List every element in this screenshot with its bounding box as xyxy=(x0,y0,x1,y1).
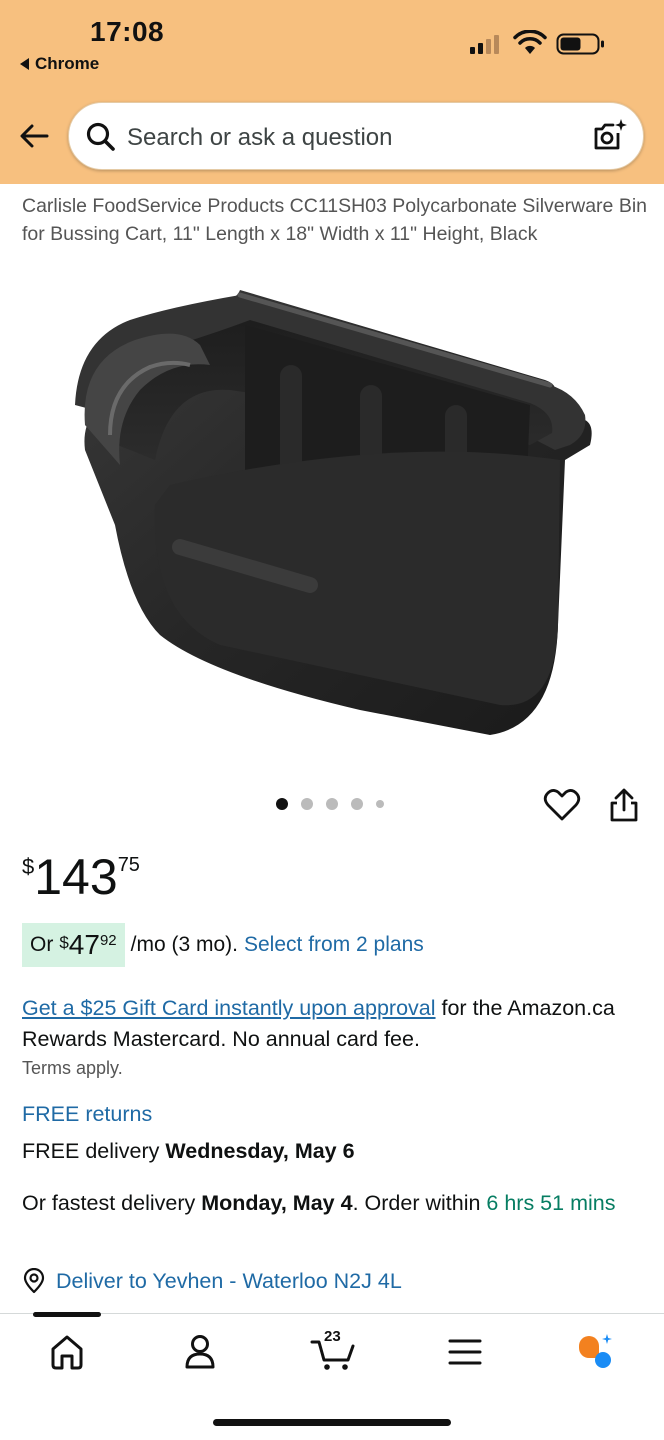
status-time: 17:08 xyxy=(90,16,165,47)
deliver-to-label[interactable]: Deliver to Yevhen - Waterloo N2J 4L xyxy=(56,1269,402,1294)
carousel-dot[interactable] xyxy=(276,798,288,810)
image-carousel-dots[interactable] xyxy=(276,798,384,810)
wifi-icon xyxy=(513,30,547,54)
back-triangle-icon xyxy=(20,58,29,70)
deliver-to-row[interactable]: Deliver to Yevhen - Waterloo N2J 4L xyxy=(22,1268,402,1294)
search-bar[interactable]: Search or ask a question xyxy=(68,102,644,170)
carousel-dot[interactable] xyxy=(376,800,384,808)
location-pin-icon xyxy=(23,1268,45,1294)
back-app-label: Chrome xyxy=(35,54,100,73)
search-input[interactable]: Search or ask a question xyxy=(127,124,393,152)
cellular-signal-icon xyxy=(470,32,499,54)
fastest-prefix: Or fastest delivery xyxy=(22,1191,202,1215)
bottom-nav: 23 xyxy=(0,1312,664,1440)
select-plans-link[interactable]: Select from 2 plans xyxy=(244,933,424,957)
account-icon[interactable] xyxy=(180,1332,220,1372)
cart-button[interactable]: 23 xyxy=(310,1328,356,1372)
price-fraction: 75 xyxy=(117,854,140,876)
carousel-dot[interactable] xyxy=(326,798,338,810)
price-currency: $ xyxy=(22,854,35,879)
free-delivery: FREE delivery Wednesday, May 6 xyxy=(22,1139,355,1164)
carousel-dot[interactable] xyxy=(301,798,313,810)
free-delivery-date: Wednesday, May 6 xyxy=(165,1139,355,1163)
fastest-date: Monday, May 4 xyxy=(201,1191,353,1215)
battery-icon xyxy=(556,33,604,55)
home-indicator xyxy=(213,1419,451,1426)
order-within-time: 6 hrs 51 mins xyxy=(486,1191,616,1215)
monthly-suffix: /mo (3 mo). xyxy=(130,933,238,956)
product-image[interactable] xyxy=(60,285,605,750)
monthly-fraction: 92 xyxy=(99,932,117,949)
product-title[interactable]: Carlisle FoodService Products CC11SH03 P… xyxy=(22,192,647,248)
share-icon[interactable] xyxy=(605,786,643,824)
gift-card-link[interactable]: Get a $25 Gift Card instantly upon appro… xyxy=(22,996,436,1020)
monthly-currency: $ xyxy=(59,933,69,952)
back-to-app[interactable]: Chrome xyxy=(20,54,99,74)
monthly-payment-row: Or $ 47 92 /mo (3 mo). Select from 2 pla… xyxy=(22,923,424,967)
terms-text: Terms apply. xyxy=(22,1058,123,1078)
monthly-prefix: Or xyxy=(30,933,54,956)
camera-search-icon[interactable] xyxy=(591,117,629,155)
price-whole: 143 xyxy=(34,849,118,905)
rufus-icon[interactable] xyxy=(575,1332,615,1372)
free-delivery-prefix: FREE delivery xyxy=(22,1139,166,1163)
price: $ 143 75 xyxy=(22,850,140,904)
search-icon xyxy=(86,122,115,151)
carousel-dot[interactable] xyxy=(351,798,363,810)
monthly-whole: 47 xyxy=(68,929,100,960)
monthly-price-badge: Or $ 47 92 xyxy=(22,923,125,967)
card-offer: Get a $25 Gift Card instantly upon appro… xyxy=(22,993,647,1055)
fastest-delivery: Or fastest delivery Monday, May 4. Order… xyxy=(22,1188,647,1219)
menu-icon[interactable] xyxy=(445,1332,485,1372)
back-arrow-icon[interactable] xyxy=(17,118,53,154)
heart-icon[interactable] xyxy=(543,786,581,824)
nav-active-indicator xyxy=(33,1312,101,1317)
header: 17:08 Chrome Search or ask a question xyxy=(0,0,664,184)
free-returns-link[interactable]: FREE returns xyxy=(22,1102,152,1127)
home-icon[interactable] xyxy=(47,1332,87,1372)
cart-count: 23 xyxy=(324,1328,341,1345)
order-within-prefix: . Order within xyxy=(352,1191,487,1215)
